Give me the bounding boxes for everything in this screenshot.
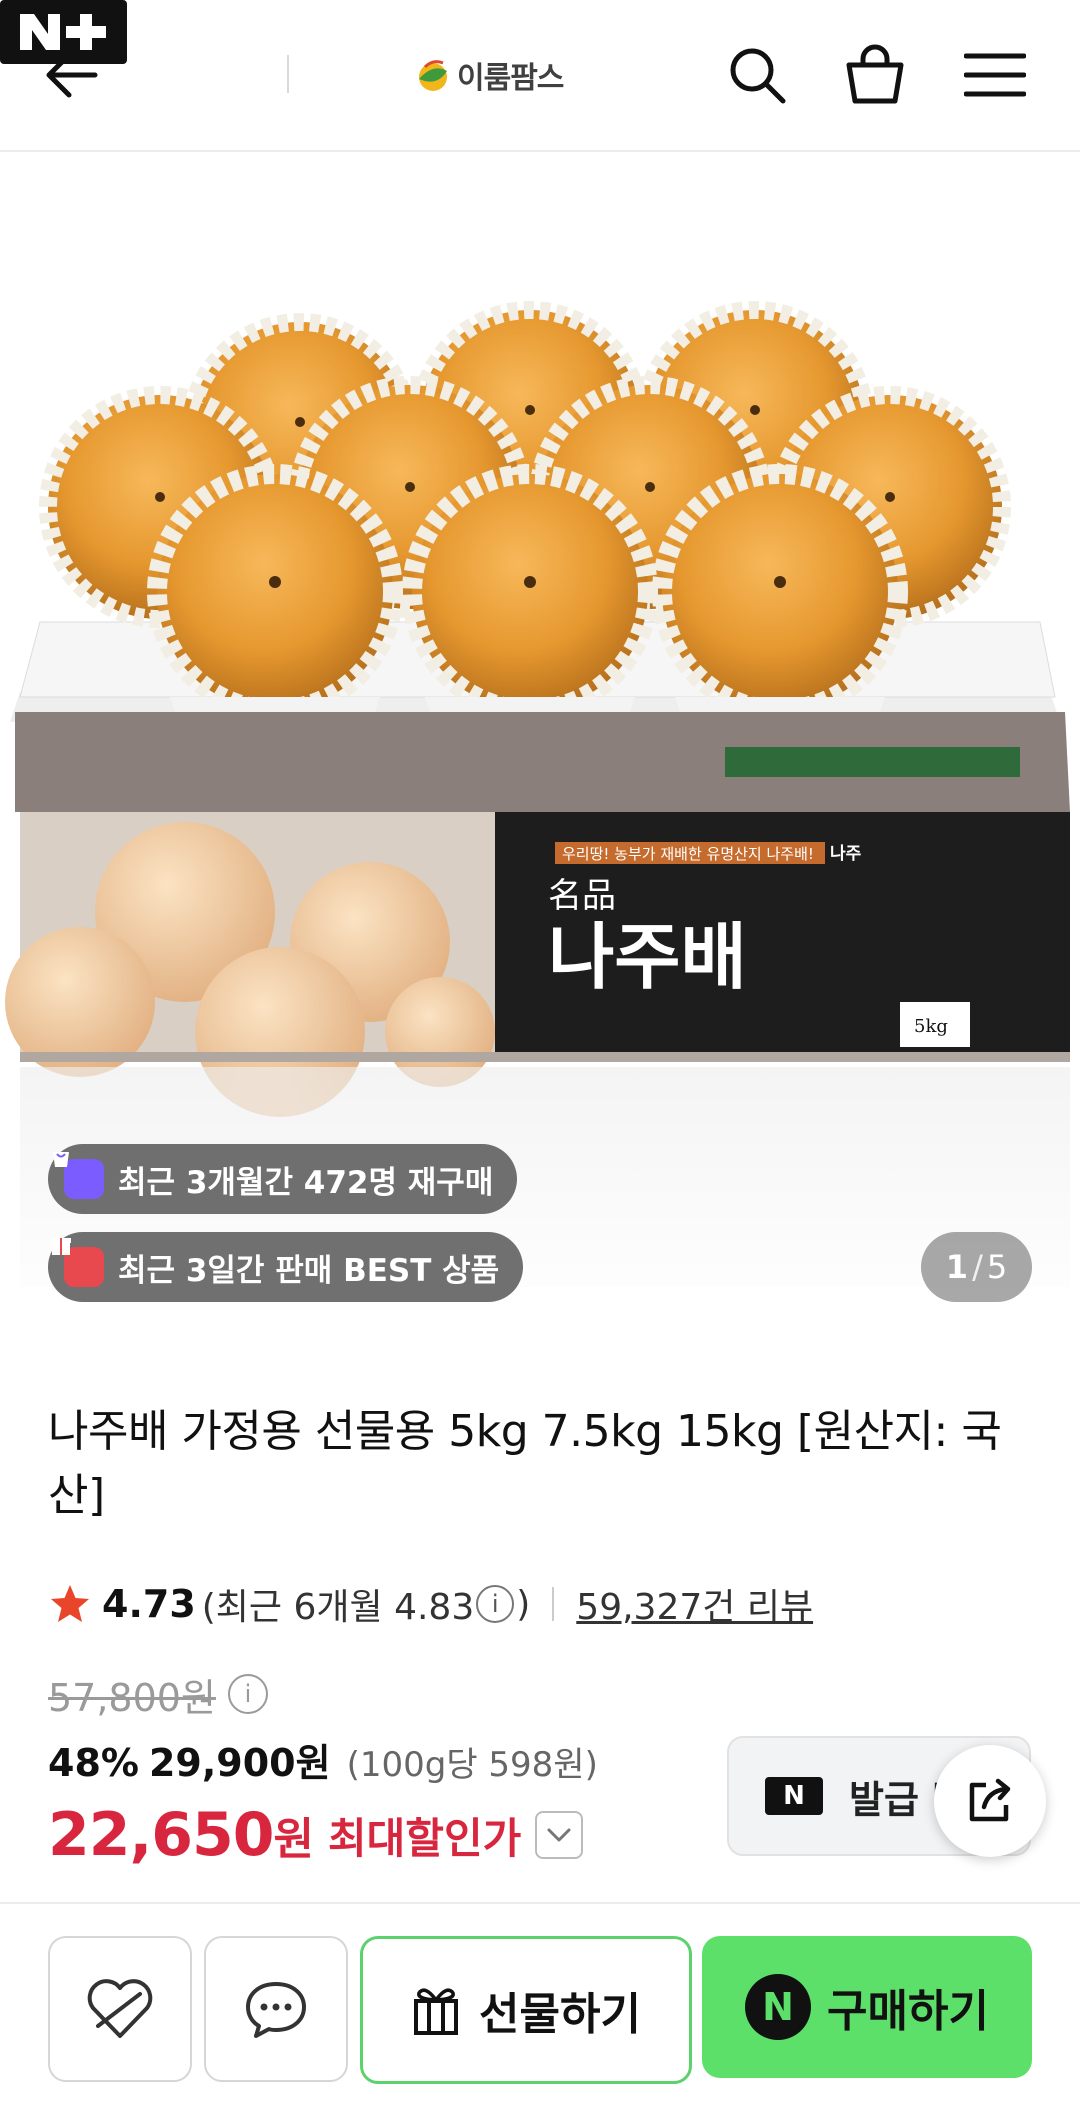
header-divider: [287, 55, 289, 93]
sale-price: 29,900원: [148, 1741, 331, 1785]
search-icon: [730, 48, 786, 104]
wishlist-button[interactable]: [48, 1936, 192, 2082]
chevron-down-icon: [547, 1828, 571, 1842]
repurchase-badge: 최근 3개월간 472명 재구매: [48, 1144, 518, 1214]
price-info-icon[interactable]: i: [227, 1674, 268, 1714]
original-price-row: 57,800원 i: [48, 1666, 268, 1722]
naver-pay-n-icon: N: [745, 1974, 812, 2040]
box-subtitle: 名品: [548, 876, 616, 916]
talk-button[interactable]: [204, 1936, 348, 2082]
share-icon: [969, 1778, 1011, 1822]
gift-badge-icon: [51, 1238, 104, 1287]
chat-bubble-icon: [246, 1982, 306, 2038]
naver-n-logo: N: [765, 1777, 823, 1815]
box-brand: 나주: [830, 844, 862, 864]
arrow-left-icon: [46, 52, 98, 98]
max-discount-row[interactable]: 22,650 원 최대할인가: [48, 1800, 584, 1870]
box-tagline: 우리땅! 농부가 재배한 유명산지 나주배!: [562, 845, 814, 863]
max-discount-currency: 원: [273, 1814, 315, 1865]
back-button[interactable]: [36, 40, 106, 110]
max-discount-price: 22,650: [48, 1800, 275, 1870]
rating-score: 4.73: [102, 1582, 196, 1626]
buy-button[interactable]: N 구매하기: [702, 1936, 1032, 2078]
rating-info-icon[interactable]: i: [476, 1585, 515, 1623]
heart-icon: [87, 1979, 153, 2038]
gift-button-label: 선물하기: [479, 1989, 641, 2040]
best-seller-badge: 최근 3일간 판매 BEST 상품: [48, 1232, 524, 1302]
shopping-bag-icon: [846, 44, 904, 104]
rating-divider: [552, 1587, 555, 1621]
max-discount-label: 최대할인가: [328, 1813, 522, 1863]
share-button[interactable]: [934, 1745, 1046, 1857]
repurchase-badge-text: 최근 3개월간 472명 재구매: [118, 1164, 494, 1201]
recent-rating: (최근 6개월 4.83: [201, 1587, 475, 1628]
max-discount-toggle[interactable]: [535, 1811, 584, 1859]
pager-current: 1: [945, 1248, 969, 1286]
image-pager: 1 / 5: [921, 1232, 1032, 1302]
original-price: 57,800원: [48, 1675, 216, 1720]
cart-button[interactable]: [836, 36, 914, 114]
seller-brand[interactable]: 이룸팜스: [415, 48, 564, 102]
buy-button-label: 구매하기: [827, 1986, 989, 2037]
gift-button[interactable]: 선물하기: [360, 1936, 692, 2084]
shopping-bag-badge-icon: [53, 1152, 104, 1199]
star-icon: [51, 1585, 89, 1622]
search-button[interactable]: [718, 36, 796, 114]
pager-total: 5: [986, 1248, 1008, 1286]
box-weight: 5kg: [914, 1016, 948, 1037]
product-image-carousel[interactable]: 우리땅! 농부가 재배한 유명산지 나주배! 나주 名品 나주배 5kg 최근 …: [0, 152, 1080, 1322]
unit-price: (100g당 598원): [346, 1745, 598, 1785]
gift-box-icon: [414, 1988, 459, 2035]
bottom-action-bar: 선물하기 N 구매하기: [0, 1902, 1080, 2110]
brand-leaf-icon: [419, 60, 447, 91]
sale-price-row: 48% 29,900원 (100g당 598원): [48, 1732, 598, 1788]
review-count-link[interactable]: 59,327건 리뷰: [576, 1578, 813, 1630]
hamburger-menu-icon: [964, 53, 1026, 97]
menu-button[interactable]: [955, 36, 1035, 114]
box-title: 나주배: [548, 914, 747, 999]
recent-rating-close: ): [516, 1583, 531, 1625]
brand-name: 이룸팜스: [457, 61, 564, 96]
best-seller-badge-text: 최근 3일간 판매 BEST 상품: [118, 1252, 500, 1289]
top-app-bar: 이룸팜스: [0, 0, 1080, 152]
discount-percent: 48%: [48, 1741, 139, 1785]
rating-row: 4.73 (최근 6개월 4.83 i ) 59,327건 리뷰: [48, 1576, 813, 1632]
product-title: 나주배 가정용 선물용 5kg 7.5kg 15kg [원산지: 국산]: [48, 1406, 1002, 1521]
pager-separator: /: [972, 1248, 983, 1286]
